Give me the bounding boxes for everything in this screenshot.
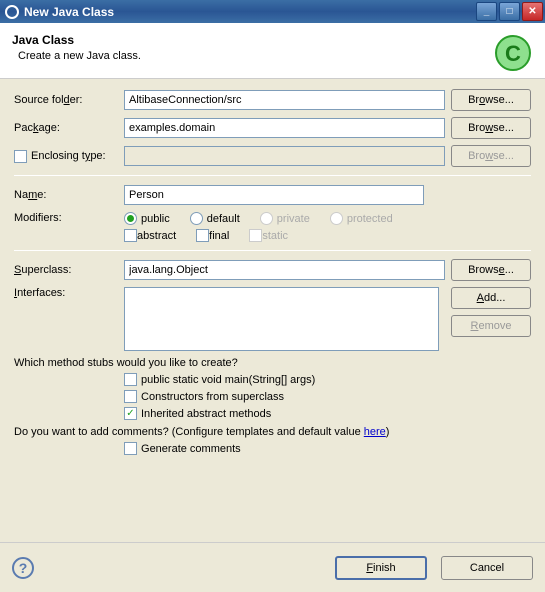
comments-question: Do you want to add comments? (Configure … [14,426,531,438]
source-folder-browse-button[interactable]: Browse... [451,89,531,111]
separator [14,175,531,176]
interfaces-add-button[interactable]: Add... [451,287,531,309]
interfaces-label: Interfaces: [14,287,124,299]
generate-comments[interactable]: Generate comments [124,442,531,455]
modifier-protected: protected [330,212,393,225]
modifier-final[interactable]: final [196,229,229,242]
class-icon: C [493,33,533,73]
cancel-button[interactable]: Cancel [441,556,533,580]
package-label: Package: [14,122,124,134]
maximize-button[interactable]: □ [499,2,520,21]
interfaces-remove-button: Remove [451,315,531,337]
interfaces-list[interactable] [124,287,439,351]
modifier-private: private [260,212,310,225]
modifier-static: static [249,229,288,242]
window-title: New Java Class [24,5,476,19]
stub-inherited[interactable]: ✓Inherited abstract methods [124,407,531,420]
page-subtitle: Create a new Java class. [18,50,493,62]
title-bar: New Java Class _ □ ✕ [0,0,545,23]
stub-main[interactable]: public static void main(String[] args) [124,373,531,386]
superclass-input[interactable] [124,260,445,280]
minimize-button[interactable]: _ [476,2,497,21]
dialog-footer: ? Finish Cancel [0,542,545,592]
configure-here-link[interactable]: here [364,426,386,438]
eclipse-icon [4,4,20,20]
enclosing-type-browse-button: Browse... [451,145,531,167]
dialog-body: Source folder: Browse... Package: Browse… [0,79,545,469]
modifier-abstract[interactable]: abstract [124,229,176,242]
superclass-browse-button[interactable]: Browse... [451,259,531,281]
name-input[interactable] [124,185,424,205]
source-folder-label: Source folder: [14,94,124,106]
dialog-header: Java Class Create a new Java class. C [0,23,545,79]
close-button[interactable]: ✕ [522,2,543,21]
package-browse-button[interactable]: Browse... [451,117,531,139]
enclosing-type-checkbox[interactable] [14,150,27,163]
enclosing-type-input [124,146,445,166]
superclass-label: Superclass: [14,264,124,276]
source-folder-input[interactable] [124,90,445,110]
enclosing-type-label: Enclosing type: [14,150,124,163]
modifier-public[interactable]: public [124,212,170,225]
help-icon[interactable]: ? [12,557,34,579]
modifiers-label: Modifiers: [14,212,124,224]
package-input[interactable] [124,118,445,138]
finish-button[interactable]: Finish [335,556,427,580]
svg-text:C: C [505,41,521,66]
window-buttons: _ □ ✕ [476,2,543,21]
stub-constructors[interactable]: Constructors from superclass [124,390,531,403]
stubs-question: Which method stubs would you like to cre… [14,357,531,369]
name-label: Name: [14,189,124,201]
modifier-default[interactable]: default [190,212,240,225]
page-title: Java Class [12,33,493,47]
separator [14,250,531,251]
